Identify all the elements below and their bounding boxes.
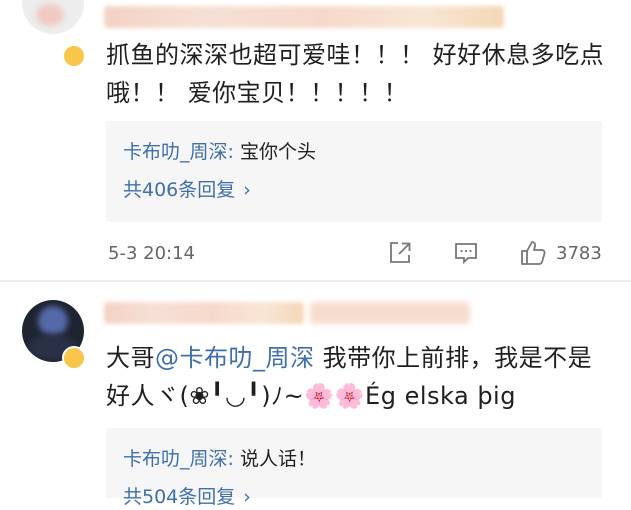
reply-text: 宝你个头: [239, 141, 316, 163]
avatar[interactable]: [22, 0, 84, 34]
comment-text-prefix: 大哥: [106, 344, 155, 372]
reply-text: 说人话！: [239, 448, 316, 470]
reply-line: 卡布叻_周深: 说人话！: [123, 448, 316, 470]
comment-time: 5-3 20:14: [108, 243, 195, 264]
chevron-right-icon: ›: [243, 179, 251, 201]
username-blurred[interactable]: [104, 6, 504, 28]
share-button[interactable]: [387, 238, 413, 268]
reply-count[interactable]: 共504条回复: [123, 486, 235, 508]
verified-badge-icon: [62, 346, 86, 370]
username-blurred[interactable]: [104, 302, 304, 324]
comment-icon: [455, 243, 477, 265]
comment-text: 大哥@卡布叻_周深 我带你上前排，我是不是好人ヾ(❀╹◡╹)ﾉ~🌸🌸Ég els…: [106, 339, 606, 415]
comment-button[interactable]: [453, 238, 479, 268]
user-badge-blurred: [310, 302, 470, 324]
thumbs-up-icon: [521, 241, 546, 265]
reply-username[interactable]: 卡布叻_周深: [123, 141, 228, 163]
mention-link[interactable]: @卡布叻_周深: [155, 344, 315, 372]
comment-item: 大哥@卡布叻_周深 我带你上前排，我是不是好人ヾ(❀╹◡╹)ﾉ~🌸🌸Ég els…: [0, 282, 631, 508]
like-count: 3783: [556, 242, 602, 264]
comment-item: 抓鱼的深深也超可爱哇！！！ 好好休息多吃点哦！！ 爱你宝贝！！！！！ 卡布叻_周…: [0, 0, 631, 280]
reply-preview[interactable]: 卡布叻_周深: 宝你个头 共406条回复 ›: [106, 121, 602, 222]
reply-preview[interactable]: 卡布叻_周深: 说人话！ 共504条回复 ›: [106, 428, 602, 508]
share-icon: [390, 242, 411, 263]
reply-username[interactable]: 卡布叻_周深: [123, 448, 228, 470]
reply-count[interactable]: 共406条回复: [123, 179, 235, 201]
reply-count-link[interactable]: 共504条回复 ›: [123, 484, 251, 510]
verified-badge-icon: [62, 44, 86, 68]
reply-line: 卡布叻_周深: 宝你个头: [123, 141, 316, 163]
chevron-right-icon: ›: [243, 486, 251, 508]
comment-text: 抓鱼的深深也超可爱哇！！！ 好好休息多吃点哦！！ 爱你宝贝！！！！！: [106, 41, 605, 107]
reply-count-link[interactable]: 共406条回复 ›: [123, 177, 251, 203]
like-button[interactable]: 3783: [519, 238, 602, 268]
